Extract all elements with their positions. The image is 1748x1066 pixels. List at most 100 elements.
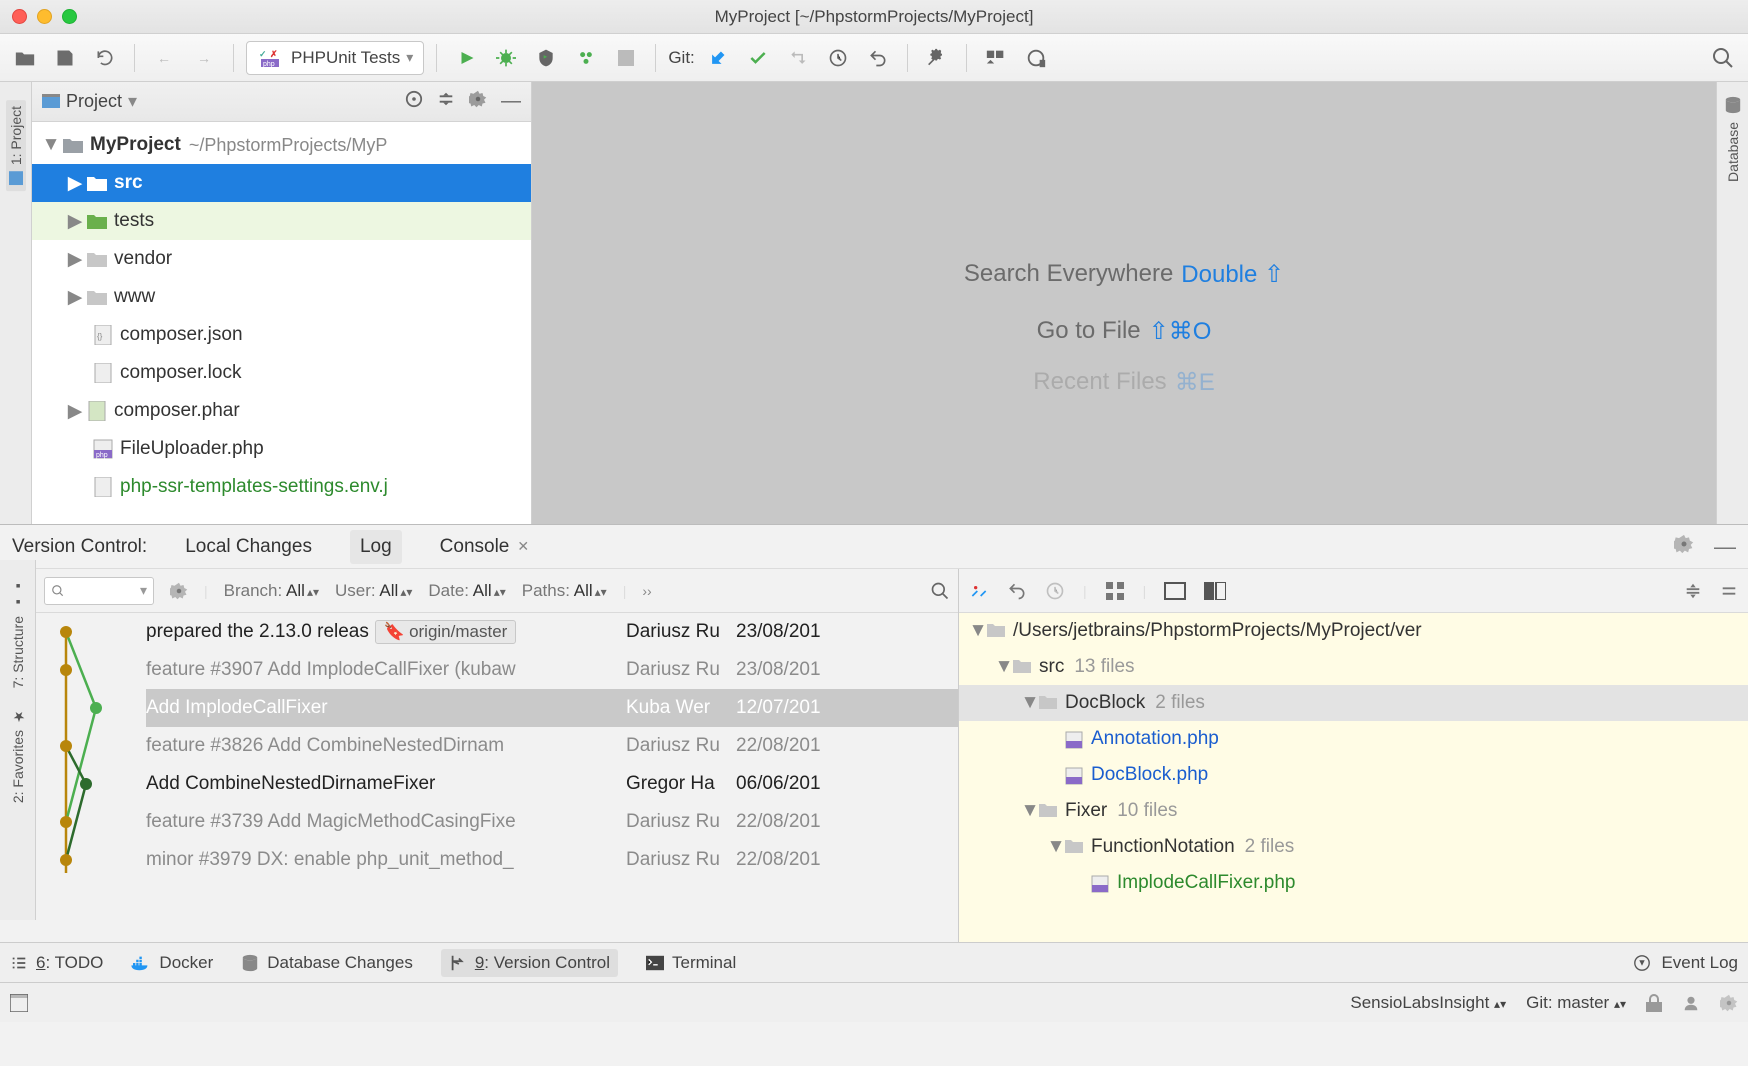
tree-item-src[interactable]: ▶ src [32,164,531,202]
todo-icon [10,954,28,972]
open-file-icon[interactable] [8,41,42,75]
database-icon[interactable] [1724,96,1742,114]
split-view-icon[interactable] [1204,582,1226,600]
git-commit-icon[interactable] [741,41,775,75]
git-branch-status[interactable]: Git: master ▴▾ [1526,993,1626,1013]
sensio-status[interactable]: SensioLabsInsight ▴▾ [1350,993,1506,1013]
ide-scripting-icon[interactable] [979,41,1013,75]
collapse-all-icon[interactable] [1720,582,1738,600]
expand-arrow-icon[interactable]: ▼ [42,134,60,156]
diff-folder-fixer[interactable]: ▼ Fixer 10 files [959,793,1748,829]
minimize-panel-icon[interactable]: — [1714,534,1736,560]
structure-tool-tab[interactable]: 7: Structure ▪▪ [10,578,26,688]
diff-file[interactable]: Annotation.php [959,721,1748,757]
expand-arrow-icon[interactable]: ▶ [66,400,84,423]
lock-icon[interactable] [1646,994,1662,1012]
preview-diff-icon[interactable] [1164,582,1186,600]
git-rollback-icon[interactable] [861,41,895,75]
tree-item-vendor[interactable]: ▶ vendor [32,240,531,278]
locate-icon[interactable] [405,90,423,113]
save-all-icon[interactable] [48,41,82,75]
git-compare-icon[interactable] [781,41,815,75]
project-view-select[interactable]: Project ▾ [42,91,137,112]
db-changes-tool[interactable]: Database Changes [241,953,413,973]
cherry-pick-icon[interactable] [969,581,989,601]
tree-item-composer-phar[interactable]: ▶ composer.phar [32,392,531,430]
log-row[interactable]: feature #3907 Add ImplodeCallFixer (kuba… [146,651,958,689]
close-window-button[interactable] [12,9,27,24]
log-search-input[interactable]: ▾ [44,577,154,605]
expand-all-icon[interactable] [1684,582,1702,600]
log-row[interactable]: Add CombineNestedDirnameFixer Gregor Ha … [146,765,958,803]
todo-tool[interactable]: 6: TODO [10,953,103,973]
refresh-icon[interactable] [88,41,122,75]
settings-icon[interactable] [920,41,954,75]
vcs-tool[interactable]: 9: Version Control [441,949,618,977]
tree-item-composer-json[interactable]: {} composer.json [32,316,531,354]
gear-status-icon[interactable] [1720,994,1738,1012]
revert-icon[interactable] [1007,581,1027,601]
run-icon[interactable] [449,41,483,75]
favorites-tool-tab[interactable]: 2: Favorites ★ [10,708,26,803]
docker-tool[interactable]: Docker [131,953,213,973]
tree-item-www[interactable]: ▶ www [32,278,531,316]
tab-console[interactable]: Console ✕ [430,530,539,564]
debug-icon[interactable] [489,41,523,75]
search-icon[interactable] [930,581,950,601]
filter-date[interactable]: Date: All▴▾ [428,581,505,601]
forward-icon[interactable]: → [187,41,221,75]
close-tab-icon[interactable]: ✕ [517,538,529,555]
history-icon[interactable] [1045,581,1065,601]
terminal-tool[interactable]: Terminal [646,953,736,973]
minimize-panel-icon[interactable]: — [501,90,521,113]
gear-icon[interactable] [170,582,188,600]
gear-icon[interactable] [469,90,487,113]
filter-branch[interactable]: Branch: All▴▾ [224,581,319,601]
tool-windows-icon[interactable] [10,994,28,1012]
back-icon[interactable]: ← [147,41,181,75]
collapse-all-icon[interactable] [437,90,455,113]
tree-item-composer-lock[interactable]: composer.lock [32,354,531,392]
git-history-icon[interactable] [821,41,855,75]
tab-local-changes[interactable]: Local Changes [175,530,322,564]
expand-arrow-icon[interactable]: ▶ [66,248,84,271]
diff-folder-docblock[interactable]: ▼ DocBlock 2 files [959,685,1748,721]
filter-paths[interactable]: Paths: All▴▾ [522,581,607,601]
sync-icon[interactable] [1019,41,1053,75]
profile-icon[interactable] [569,41,603,75]
diff-folder-funcnotation[interactable]: ▼ FunctionNotation 2 files [959,829,1748,865]
diff-root[interactable]: ▼ /Users/jetbrains/PhpstormProjects/MyPr… [959,613,1748,649]
maximize-window-button[interactable] [62,9,77,24]
inspector-icon[interactable] [1682,994,1700,1012]
search-icon[interactable] [1706,41,1740,75]
project-tool-tab[interactable]: 1: Project [6,100,26,191]
diff-file[interactable]: ImplodeCallFixer.php [959,865,1748,901]
coverage-icon[interactable] [529,41,563,75]
expand-arrow-icon[interactable]: ▶ [66,286,84,309]
tree-item-env-file[interactable]: php-ssr-templates-settings.env.j [32,468,531,506]
database-tool-tab[interactable]: Database [1725,122,1741,182]
tab-log[interactable]: Log [350,530,402,564]
git-label: Git: [668,48,694,68]
filter-user[interactable]: User: All▴▾ [335,581,412,601]
minimize-window-button[interactable] [37,9,52,24]
gear-icon[interactable] [1674,534,1694,560]
log-row[interactable]: prepared the 2.13.0 releas 🔖 origin/mast… [146,613,958,651]
log-row[interactable]: feature #3739 Add MagicMethodCasingFixe … [146,803,958,841]
tree-item-tests[interactable]: ▶ tests [32,202,531,240]
git-update-icon[interactable] [701,41,735,75]
expand-arrow-icon[interactable]: ▶ [66,210,84,233]
tree-root[interactable]: ▼ MyProject ~/PhpstormProjects/MyP [32,126,531,164]
more-icon[interactable]: ›› [642,583,651,599]
expand-arrow-icon[interactable]: ▶ [66,172,84,195]
diff-folder-src[interactable]: ▼ src 13 files [959,649,1748,685]
event-log-tool[interactable]: Event Log [1633,953,1738,973]
group-by-icon[interactable] [1105,581,1125,601]
tree-item-fileuploader[interactable]: php FileUploader.php [32,430,531,468]
diff-file[interactable]: DocBlock.php [959,757,1748,793]
log-row-selected[interactable]: Add ImplodeCallFixer Kuba Wer 12/07/201 [146,689,958,727]
run-configuration-select[interactable]: ✓✗php PHPUnit Tests ▾ [246,41,424,75]
log-row[interactable]: minor #3979 DX: enable php_unit_method_ … [146,841,958,879]
log-row[interactable]: feature #3826 Add CombineNestedDirnam Da… [146,727,958,765]
stop-icon[interactable] [609,41,643,75]
